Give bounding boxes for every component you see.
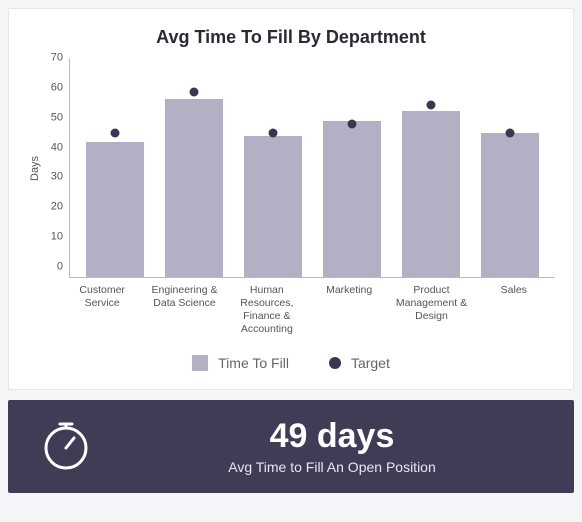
y-tick: 10 — [43, 232, 63, 243]
bar — [244, 136, 302, 277]
y-tick: 20 — [43, 202, 63, 213]
bar — [481, 133, 539, 277]
target-dot — [190, 88, 199, 97]
legend-item-dot: Target — [329, 355, 390, 371]
x-tick-label: Marketing — [308, 284, 390, 337]
bar-slot — [76, 58, 155, 277]
legend-item-bar: Time To Fill — [192, 355, 289, 371]
x-tick-label: Product Management & Design — [390, 284, 472, 337]
x-tick-label: Engineering & Data Science — [143, 284, 225, 337]
y-tick: 40 — [43, 142, 63, 153]
legend-swatch-bar — [192, 355, 208, 371]
chart-area: Days 706050403020100 — [27, 58, 555, 278]
bar-slot — [470, 58, 549, 277]
summary-subtitle: Avg Time to Fill An Open Position — [120, 459, 544, 475]
target-dot — [347, 119, 356, 128]
legend-label-bar: Time To Fill — [218, 355, 289, 371]
target-dot — [111, 129, 120, 138]
y-tick: 30 — [43, 172, 63, 183]
x-tick-label: Customer Service — [61, 284, 143, 337]
bar-slot — [391, 58, 470, 277]
y-tick: 50 — [43, 112, 63, 123]
chart-card: Avg Time To Fill By Department Days 70 60… — [8, 8, 574, 390]
legend-label-dot: Target — [351, 355, 390, 371]
bar-slot — [234, 58, 313, 277]
bar-slot — [155, 58, 234, 277]
y-tick: 0 — [43, 261, 63, 272]
y-tick: 70 — [43, 53, 63, 64]
summary-text: 49 days Avg Time to Fill An Open Positio… — [120, 418, 544, 475]
bar — [86, 142, 144, 277]
bar — [165, 99, 223, 277]
stopwatch-icon — [38, 418, 94, 474]
y-axis-label: Days — [27, 58, 43, 278]
summary-banner: 49 days Avg Time to Fill An Open Positio… — [8, 400, 574, 493]
chart-title: Avg Time To Fill By Department — [27, 27, 555, 48]
bar — [402, 111, 460, 277]
y-axis-ticks: 706050403020100 — [43, 58, 69, 278]
summary-headline: 49 days — [120, 418, 544, 455]
bars-container — [70, 58, 555, 277]
x-tick-label: Human Resources, Finance & Accounting — [226, 284, 308, 337]
target-dot — [505, 129, 514, 138]
target-dot — [426, 100, 435, 109]
x-axis-labels: Customer ServiceEngineering & Data Scien… — [27, 284, 555, 337]
y-tick: 60 — [43, 82, 63, 93]
x-tick-label: Sales — [473, 284, 555, 337]
bar — [323, 121, 381, 277]
plot-region — [69, 58, 555, 278]
target-dot — [269, 129, 278, 138]
bar-slot — [312, 58, 391, 277]
legend-swatch-dot — [329, 357, 341, 369]
legend: Time To Fill Target — [27, 355, 555, 371]
